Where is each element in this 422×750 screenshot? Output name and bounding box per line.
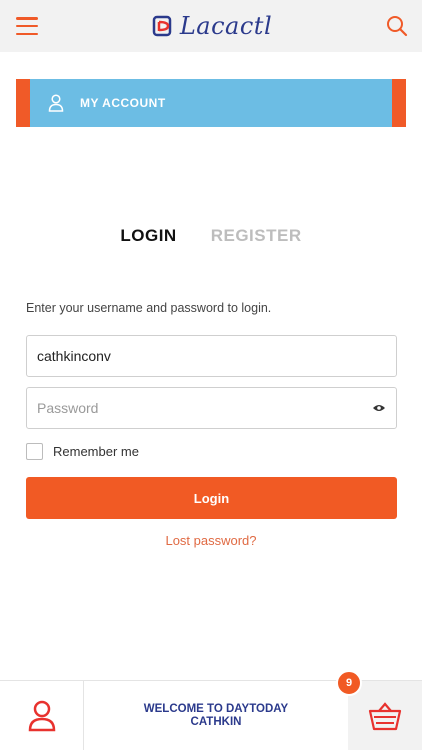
welcome-line-2: CATHKIN xyxy=(190,715,242,728)
my-account-label: MY ACCOUNT xyxy=(80,96,166,110)
profile-icon xyxy=(28,700,55,732)
top-header: Lacactl xyxy=(0,0,422,52)
logo-text: Lacactl xyxy=(179,12,273,40)
password-field[interactable]: Password xyxy=(26,387,397,429)
lost-password-link[interactable]: Lost password? xyxy=(0,533,422,548)
auth-tabs: LOGIN REGISTER xyxy=(0,226,422,246)
basket-icon xyxy=(368,702,402,731)
login-button[interactable]: Login xyxy=(26,477,397,519)
remember-me-label: Remember me xyxy=(53,444,139,459)
remember-me-checkbox[interactable] xyxy=(26,443,43,460)
cart-count-badge: 9 xyxy=(336,670,362,696)
cart-button[interactable] xyxy=(348,681,422,750)
username-field[interactable]: cathkinconv xyxy=(26,335,397,377)
profile-button[interactable] xyxy=(0,681,84,750)
remember-me-row: Remember me xyxy=(26,443,139,460)
logo-mark-icon xyxy=(152,15,172,37)
page: Lacactl MY ACCOUNT LOGIN REGISTER Enter … xyxy=(0,0,422,750)
tab-register[interactable]: REGISTER xyxy=(211,226,302,246)
user-icon xyxy=(48,94,64,112)
tab-login[interactable]: LOGIN xyxy=(120,226,176,246)
brand-logo[interactable]: Lacactl xyxy=(152,11,272,41)
menu-icon[interactable] xyxy=(16,17,38,35)
search-icon[interactable] xyxy=(386,15,408,37)
username-value: cathkinconv xyxy=(37,348,111,364)
eye-icon[interactable] xyxy=(372,403,386,413)
login-hint: Enter your username and password to logi… xyxy=(26,301,272,315)
welcome-line-1: WELCOME TO DAYTODAY xyxy=(143,702,289,715)
welcome-message: WELCOME TO DAYTODAY CATHKIN xyxy=(84,681,348,750)
password-placeholder: Password xyxy=(37,400,99,416)
my-account-bar[interactable]: MY ACCOUNT xyxy=(16,79,406,127)
